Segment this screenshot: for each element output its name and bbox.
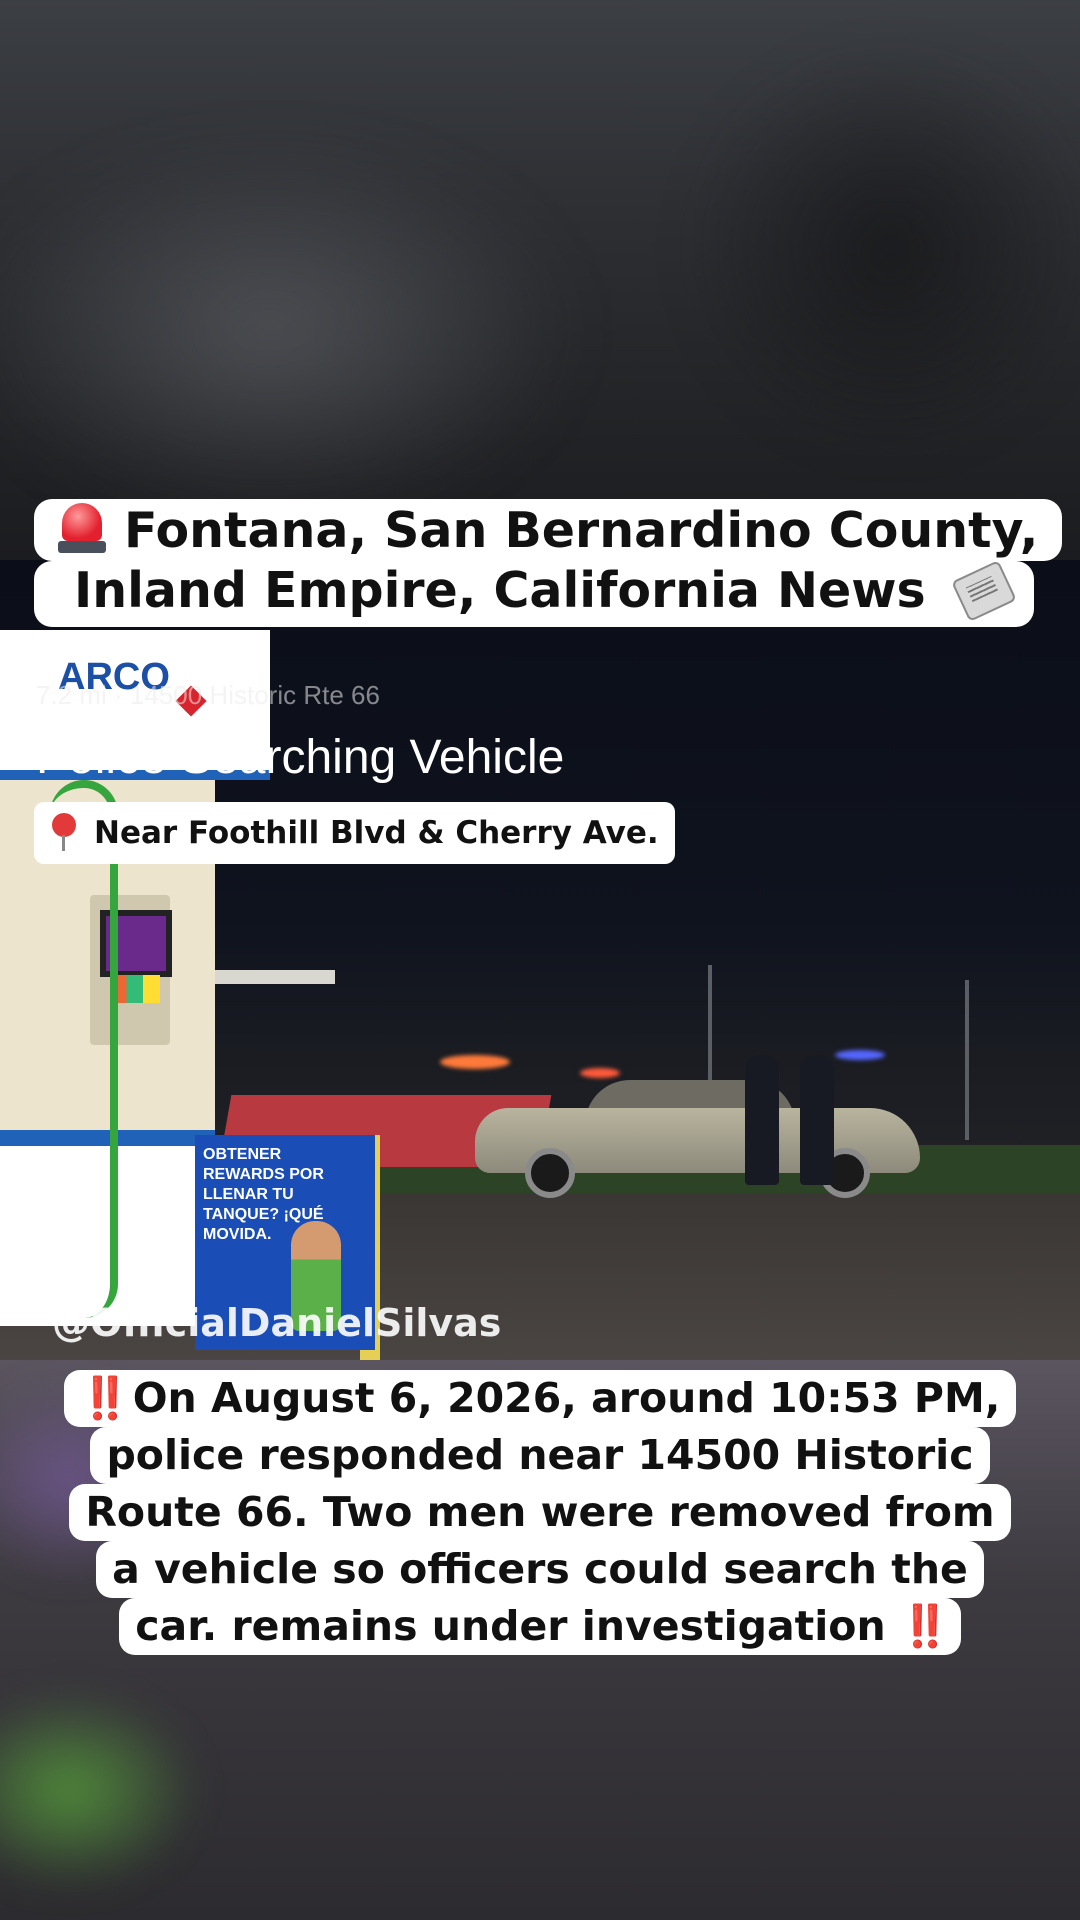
caption-text: police responded near 14500 Historic (106, 1431, 974, 1479)
story-caption: ‼️ On August 6, 2026, around 10:53 PM, po… (48, 1370, 1032, 1655)
light-pole (965, 980, 969, 1140)
newspaper-icon (954, 563, 1010, 615)
distant-canopy (205, 970, 335, 984)
pin-icon (50, 813, 78, 853)
caption-line: a vehicle so officers could search the (96, 1541, 984, 1598)
caption-line: car. remains under investigation ‼️ (119, 1598, 961, 1655)
searched-car (475, 1080, 920, 1198)
caption-line: ‼️ On August 6, 2026, around 10:53 PM, (63, 1370, 1017, 1427)
blurred-shadow (680, 40, 1080, 460)
title-text-1: Fontana, San Bernardino County, (124, 502, 1039, 559)
rewards-sign-text: OBTENER REWARDS POR LLENAR TU TANQUE? ¡Q… (203, 1146, 324, 1243)
video-headline: Police Searching Vehicle (36, 731, 565, 784)
caption-text: a vehicle so officers could search the (112, 1545, 968, 1593)
title-line-1: Fontana, San Bernardino County, (34, 499, 1063, 561)
story-page: ARCO OBTENER REWARDS POR LLENAR TU TANQU… (0, 0, 1080, 1920)
double-exclamation-icon: ‼️ (899, 1602, 951, 1650)
caption-line: Route 66. Two men were removed from (69, 1484, 1011, 1541)
caption-text: On August 6, 2026, around 10:53 PM, (132, 1374, 1001, 1422)
car-wheel (525, 1148, 575, 1198)
title-line-2: Inland Empire, California News (34, 561, 1034, 627)
street-light (580, 1068, 620, 1078)
distance-address[interactable]: 7.2 mi · 14500 Historic Rte 66 (36, 680, 380, 711)
caption-text: Route 66. Two men were removed from (85, 1488, 995, 1536)
location-pill[interactable]: Near Foothill Blvd & Cherry Ave. (34, 802, 675, 864)
location-text: Near Foothill Blvd & Cherry Ave. (94, 815, 659, 851)
creator-watermark: @OfficialDanielSilvas (52, 1301, 502, 1345)
news-title: Fontana, San Bernardino County, Inland E… (34, 499, 1063, 627)
double-exclamation-icon: ‼️ (79, 1374, 131, 1422)
title-text-2: Inland Empire, California News (74, 562, 926, 619)
caption-line: police responded near 14500 Historic (90, 1427, 990, 1484)
police-officer (800, 1055, 834, 1185)
street-light (835, 1050, 885, 1060)
siren-icon (58, 503, 106, 553)
street-light (440, 1055, 510, 1069)
police-officer (745, 1055, 779, 1185)
caption-text: car. remains under investigation (135, 1602, 886, 1650)
